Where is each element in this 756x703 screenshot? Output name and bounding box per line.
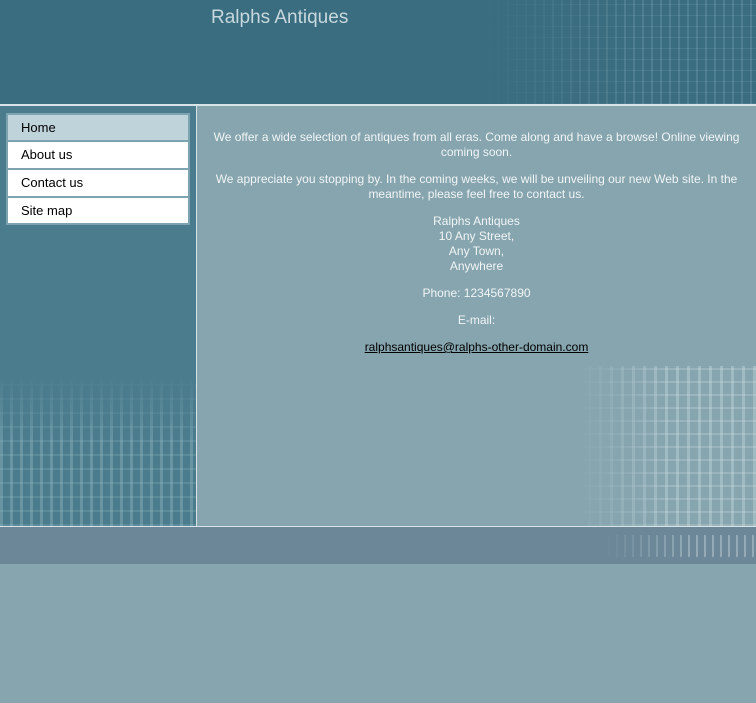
sidebar-decoration — [0, 376, 196, 526]
site-footer — [0, 527, 756, 564]
email-label: E-mail: — [457, 313, 496, 327]
nav-item-home[interactable]: Home — [6, 113, 190, 141]
site-header: Ralphs Antiques — [0, 0, 756, 104]
site-title: Ralphs Antiques — [211, 7, 349, 28]
address-block: Ralphs Antiques 10 Any Street, Any Town,… — [207, 214, 746, 274]
content-body: We offer a wide selection of antiques fr… — [207, 130, 746, 367]
notice-text: We appreciate you stopping by. In the co… — [215, 172, 738, 201]
intro-text: We offer a wide selection of antiques fr… — [213, 130, 740, 159]
sidebar: Home About us Contact us Site map — [0, 106, 196, 526]
nav-item-contact-us[interactable]: Contact us — [6, 169, 190, 197]
address-line-3: Anywhere — [449, 259, 504, 273]
main-content: We offer a wide selection of antiques fr… — [197, 106, 756, 526]
main-nav: Home About us Contact us Site map — [6, 113, 190, 225]
address-name: Ralphs Antiques — [433, 214, 520, 228]
nav-item-site-map[interactable]: Site map — [6, 197, 190, 225]
address-line-1: 10 Any Street, — [438, 229, 515, 243]
content-decoration — [577, 366, 756, 526]
address-line-2: Any Town, — [448, 244, 505, 258]
footer-decoration — [600, 535, 756, 557]
email-row: ralphsantiques@ralphs-other-domain.com — [207, 340, 746, 355]
nav-item-about-us[interactable]: About us — [6, 141, 190, 169]
email-link[interactable]: ralphsantiques@ralphs-other-domain.com — [365, 340, 589, 354]
header-decoration — [480, 0, 756, 104]
phone-text: Phone: 1234567890 — [422, 286, 531, 300]
